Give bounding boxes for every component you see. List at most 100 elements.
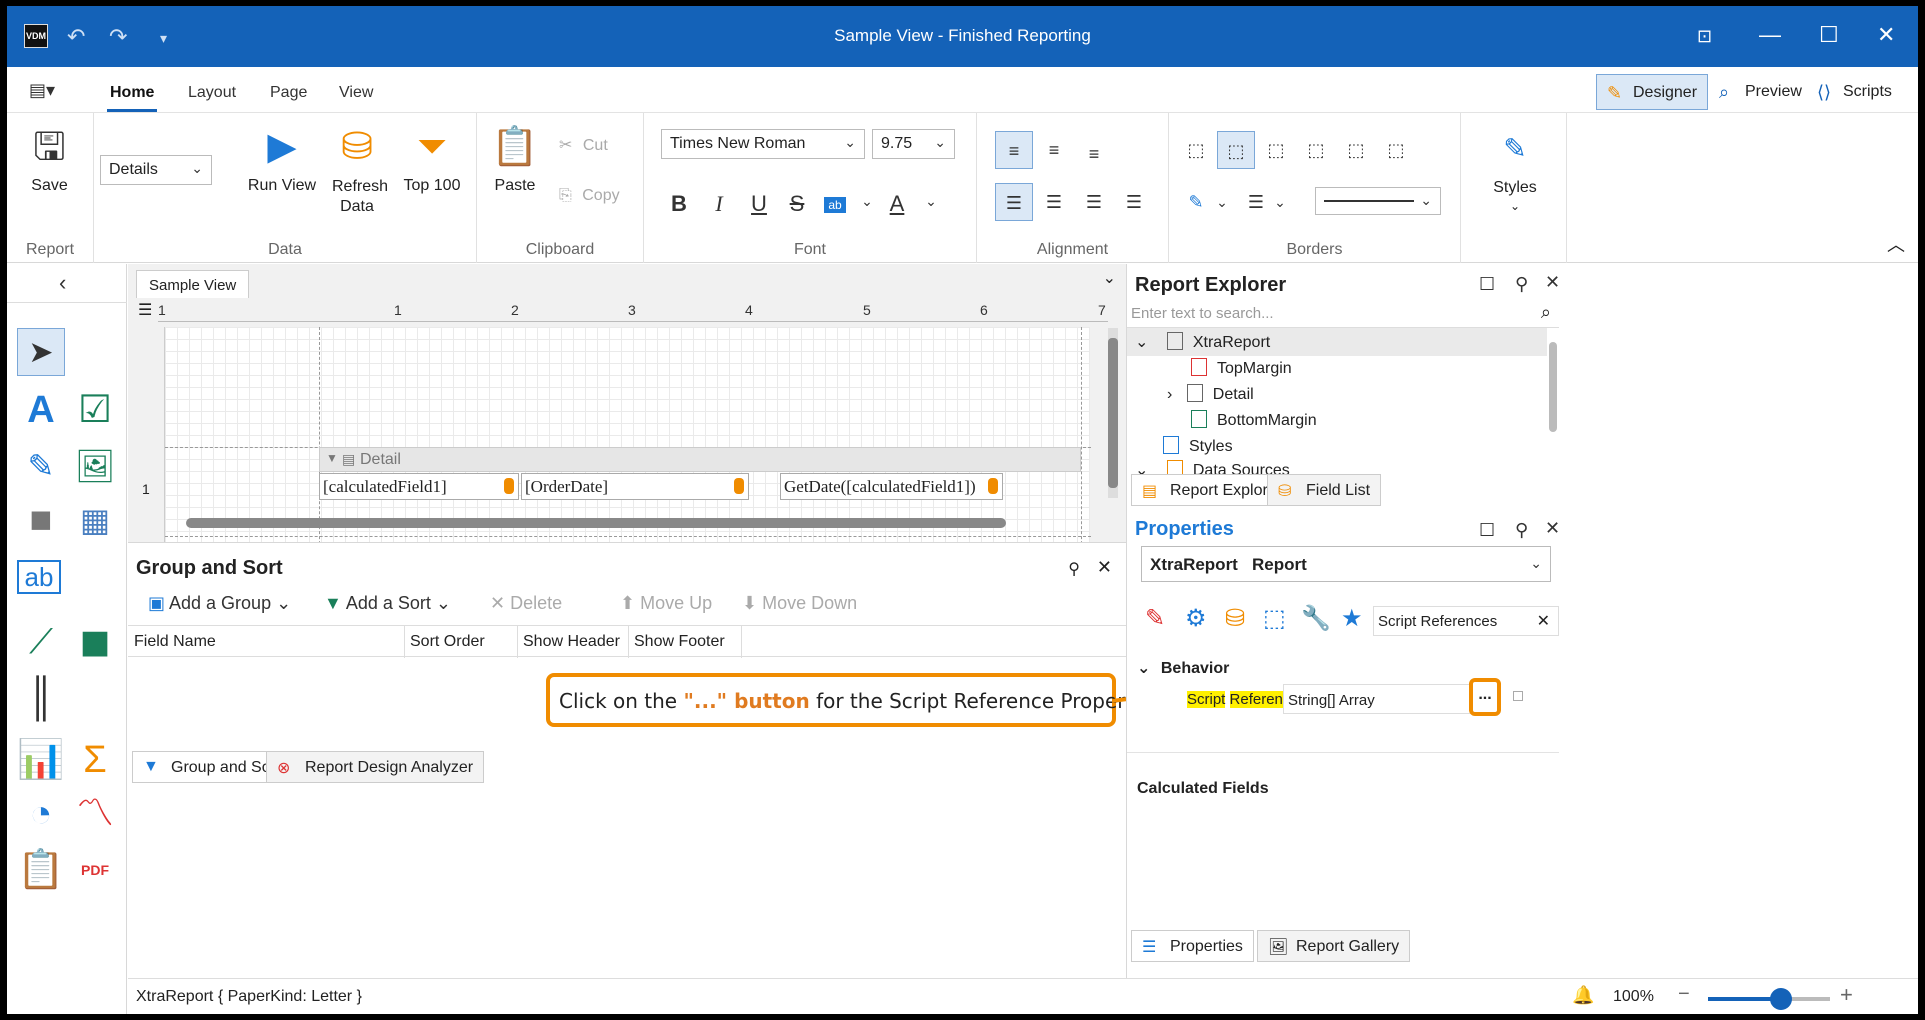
- border-none-icon[interactable]: ⬚: [1177, 131, 1215, 169]
- tree-item-styles[interactable]: Styles: [1163, 436, 1233, 456]
- border-all-icon[interactable]: ⬚: [1217, 131, 1255, 169]
- zoom-in-icon[interactable]: +: [1840, 982, 1853, 1008]
- border-dash-style-dropdown[interactable]: ⌄: [1315, 187, 1441, 215]
- zoom-slider-thumb[interactable]: [1770, 988, 1793, 1010]
- border-right-icon[interactable]: ⬚: [1337, 131, 1375, 169]
- pdf-content-tool-icon[interactable]: PDF: [71, 846, 119, 894]
- band-select-dropdown[interactable]: Details ⌄: [100, 155, 212, 185]
- tab-view[interactable]: View: [339, 84, 373, 102]
- shape-tool-icon[interactable]: ◼: [71, 618, 119, 666]
- paste-button[interactable]: 📋 Paste: [485, 123, 545, 195]
- panel-tool-icon[interactable]: ■: [17, 496, 65, 544]
- designer-mode-button[interactable]: ✎ Designer: [1596, 74, 1709, 110]
- behavior-category[interactable]: ⌄ Behavior: [1137, 658, 1229, 678]
- border-top-icon[interactable]: ⬚: [1297, 131, 1335, 169]
- picture-tool-icon[interactable]: 🖼: [71, 442, 119, 490]
- tree-item-topmargin[interactable]: TopMargin: [1191, 358, 1292, 378]
- move-up-button[interactable]: ⬆ Move Up: [620, 593, 712, 614]
- ruler-menu-icon[interactable]: ☰: [138, 300, 152, 320]
- pin-icon[interactable]: ⚲: [1515, 274, 1528, 295]
- chevron-down-icon[interactable]: ⌄: [1103, 268, 1116, 288]
- chevron-down-icon[interactable]: ⌄: [1261, 183, 1299, 221]
- chevron-down-icon[interactable]: ⌄: [1203, 183, 1241, 221]
- pin-icon[interactable]: ⚲: [1068, 559, 1080, 579]
- checkbox-tool-icon[interactable]: ☑: [71, 386, 119, 434]
- appearance-category-icon[interactable]: ✎: [1145, 604, 1165, 633]
- tab-layout[interactable]: Layout: [188, 84, 236, 102]
- move-down-button[interactable]: ⬇ Move Down: [742, 593, 857, 614]
- border-left-icon[interactable]: ⬚: [1257, 131, 1295, 169]
- richtext-tool-icon[interactable]: ✎: [17, 442, 65, 490]
- tab-home[interactable]: Home: [110, 84, 154, 102]
- gauge-tool-icon[interactable]: ◔: [17, 790, 65, 838]
- align-right-icon[interactable]: ☰: [1075, 183, 1113, 221]
- font-family-dropdown[interactable]: Times New Roman ⌄: [661, 129, 865, 159]
- align-bottom-icon[interactable]: ≡: [1075, 135, 1113, 173]
- delete-button[interactable]: ✕ Delete: [490, 593, 562, 614]
- preview-mode-button[interactable]: ⌕ Preview: [1709, 74, 1812, 110]
- align-center-icon[interactable]: ☰: [1035, 183, 1073, 221]
- summary-tool-icon[interactable]: Σ: [71, 736, 119, 784]
- highlight-color-icon[interactable]: ab: [824, 197, 846, 213]
- tree-item-detail[interactable]: › Detail: [1167, 384, 1254, 404]
- reset-property-icon[interactable]: [1513, 691, 1523, 701]
- clear-search-icon[interactable]: ✕: [1537, 611, 1550, 631]
- top100-button[interactable]: ⏷ Top 100: [392, 123, 472, 195]
- italic-icon[interactable]: I: [704, 191, 734, 217]
- collapse-ribbon-icon[interactable]: ︿: [1887, 231, 1905, 257]
- tab-page[interactable]: Page: [270, 84, 307, 102]
- minimize-button[interactable]: —: [1759, 22, 1781, 48]
- zoom-slider[interactable]: [1708, 988, 1830, 1010]
- save-button[interactable]: 🖫 Save: [17, 123, 82, 195]
- label-order-date[interactable]: [OrderDate]: [521, 473, 749, 500]
- bold-icon[interactable]: B: [664, 191, 694, 217]
- run-view-button[interactable]: ▶ Run View: [242, 123, 322, 195]
- layout-category-icon[interactable]: ⬚: [1263, 604, 1286, 633]
- styles-button[interactable]: ✎ Styles ⌄: [1475, 125, 1555, 215]
- close-icon[interactable]: ✕: [1545, 272, 1560, 293]
- horizontal-scrollbar[interactable]: [186, 518, 1006, 528]
- font-size-dropdown[interactable]: 9.75 ⌄: [872, 129, 955, 159]
- chevron-down-icon[interactable]: ⌄: [916, 193, 946, 210]
- scripts-mode-button[interactable]: ⟨⟩ Scripts: [1807, 74, 1902, 110]
- doc-tab-sample-view[interactable]: Sample View: [136, 270, 250, 298]
- maximize-panel-icon[interactable]: ☐: [1479, 274, 1495, 295]
- font-color-icon[interactable]: A: [882, 191, 912, 217]
- tab-report-design-analyzer[interactable]: ⊗ Report Design Analyzer: [266, 751, 485, 783]
- add-group-button[interactable]: ▣ Add a Group ⌄: [148, 593, 291, 614]
- wrench-icon[interactable]: 🔧: [1301, 604, 1331, 633]
- chart-tool-icon[interactable]: 📊: [17, 736, 65, 784]
- explorer-scrollbar[interactable]: [1549, 342, 1557, 432]
- script-references-value[interactable]: String[] Array: [1283, 684, 1473, 714]
- close-icon[interactable]: ✕: [1097, 557, 1112, 578]
- sparkline-tool-icon[interactable]: 〽: [71, 790, 119, 838]
- label-calculated-field[interactable]: [calculatedField1]: [319, 473, 519, 500]
- zoom-out-icon[interactable]: −: [1678, 983, 1690, 1006]
- border-bottom-icon[interactable]: ⬚: [1377, 131, 1415, 169]
- data-category-icon[interactable]: ⛁: [1225, 604, 1245, 633]
- refresh-data-button[interactable]: ⛁ Refresh Data: [322, 123, 392, 217]
- explorer-search[interactable]: Enter text to search... ⌕: [1127, 300, 1559, 328]
- pointer-tool-icon[interactable]: ➤: [17, 328, 65, 376]
- align-justify-icon[interactable]: ☰: [1115, 183, 1153, 221]
- cut-button[interactable]: ✂ Cut: [559, 135, 608, 155]
- app-menu-icon[interactable]: ▤▾: [29, 80, 55, 101]
- tab-properties[interactable]: ☰ Properties: [1131, 930, 1254, 962]
- table-tool-icon[interactable]: ▦: [71, 496, 119, 544]
- search-icon[interactable]: ⌕: [1541, 302, 1551, 323]
- tree-item-bottommargin[interactable]: BottomMargin: [1191, 410, 1317, 430]
- tab-field-list[interactable]: ⛁ Field List: [1267, 474, 1382, 506]
- label-getdate[interactable]: GetDate([calculatedField1]): [780, 473, 1003, 500]
- maximize-panel-icon[interactable]: ☐: [1479, 520, 1495, 541]
- barcode-tool-icon[interactable]: ║: [17, 674, 65, 722]
- align-left-icon[interactable]: ☰: [995, 183, 1033, 221]
- close-icon[interactable]: ✕: [1545, 518, 1560, 539]
- underline-icon[interactable]: U: [744, 191, 774, 217]
- label-tool-icon[interactable]: A: [17, 386, 65, 434]
- collapse-band-icon[interactable]: ▼: [326, 451, 338, 465]
- subreport-tool-icon[interactable]: 📋: [17, 846, 65, 894]
- character-comb-tool-icon[interactable]: ab: [17, 560, 61, 594]
- restore-layout-icon[interactable]: ⊡: [1697, 26, 1712, 47]
- object-selector-dropdown[interactable]: XtraReport Report ⌄: [1141, 546, 1551, 582]
- add-sort-button[interactable]: ▼ Add a Sort ⌄: [324, 593, 451, 614]
